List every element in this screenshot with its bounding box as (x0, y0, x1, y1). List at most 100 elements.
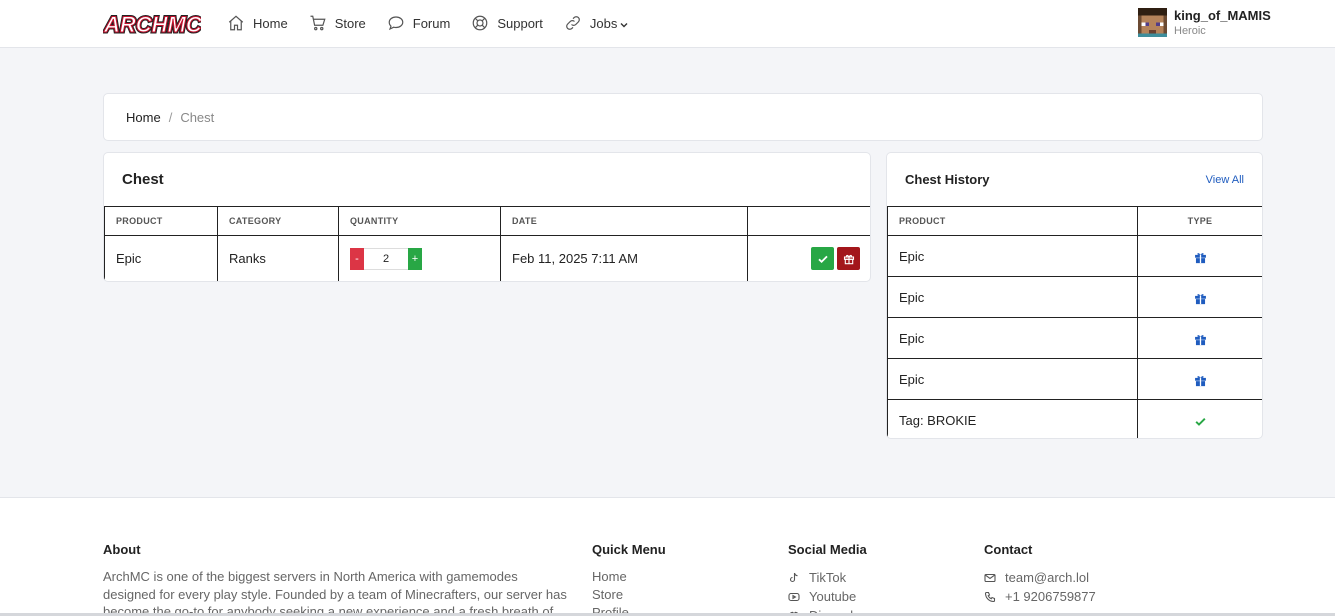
social-link-youtube[interactable]: Youtube (788, 587, 867, 606)
cart-icon (310, 15, 326, 31)
footer-social: Social Media TikTok Youtube Discord (788, 542, 867, 616)
nav-home[interactable]: Home (227, 14, 288, 32)
cell-type (1137, 276, 1262, 318)
footer-social-title: Social Media (788, 542, 867, 557)
chevron-down-icon (620, 22, 628, 27)
col-category: CATEGORY (217, 206, 339, 236)
youtube-icon (788, 592, 800, 601)
chest-table-header: PRODUCT CATEGORY QUANTITY DATE (104, 206, 870, 236)
breadcrumb-current: Chest (180, 109, 215, 125)
nav-store-label: Store (334, 15, 366, 31)
chest-title: Chest (122, 171, 164, 188)
breadcrumb-home[interactable]: Home (126, 110, 161, 125)
table-row: Epic (887, 317, 1262, 359)
cell-quantity: - + (338, 235, 501, 281)
table-row: Epic (887, 358, 1262, 400)
col-actions (747, 206, 870, 236)
col-date: DATE (500, 206, 748, 236)
main-nav: Home Store Forum Support Jobs (227, 0, 650, 46)
nav-support[interactable]: Support (471, 14, 543, 32)
table-row: Epic (887, 276, 1262, 318)
avatar (1138, 8, 1167, 37)
top-navbar: ARCHMC ARCHMC Home Store Forum Support J… (0, 0, 1335, 48)
nav-jobs-label: Jobs (589, 15, 618, 31)
row-actions (759, 247, 870, 270)
cell-type (1137, 317, 1262, 359)
nav-forum[interactable]: Forum (387, 14, 451, 32)
col-product: PRODUCT (104, 206, 218, 236)
view-all-link[interactable]: View All (1206, 174, 1244, 186)
gift-icon (1194, 375, 1206, 386)
footer-quick-menu-title: Quick Menu (592, 542, 666, 557)
gift-button[interactable] (837, 247, 860, 270)
cell-date: Feb 11, 2025 7:11 AM (500, 235, 748, 281)
footer-quick-menu: Quick Menu Home Store Profile (592, 542, 666, 616)
phone-icon (984, 591, 996, 602)
cell-product: Tag: BROKIE (887, 399, 1138, 438)
cell-product: Epic (887, 358, 1138, 400)
cell-product: Epic (887, 235, 1138, 277)
gift-icon (1194, 293, 1206, 304)
table-row: Epic (887, 235, 1262, 277)
cell-type (1137, 235, 1262, 277)
footer-link-store[interactable]: Store (592, 586, 666, 604)
social-label: TikTok (809, 570, 847, 585)
svg-text:ARCHMC: ARCHMC (103, 12, 201, 37)
nav-support-label: Support (497, 15, 543, 31)
nav-forum-label: Forum (412, 15, 451, 31)
contact-phone-text: +1 9206759877 (1005, 589, 1096, 604)
tiktok-icon (789, 572, 798, 582)
chest-card: Chest PRODUCT CATEGORY QUANTITY DATE Epi… (103, 152, 871, 282)
nav-store[interactable]: Store (309, 14, 366, 32)
breadcrumb-separator: / (168, 109, 173, 125)
cell-category: Ranks (217, 235, 339, 281)
quantity-decrement-button[interactable]: - (350, 247, 364, 270)
chest-card-header: Chest (104, 153, 870, 206)
footer-contact-title: Contact (984, 542, 1033, 557)
quantity-stepper: - + (350, 247, 500, 270)
cell-type (1137, 358, 1262, 400)
chat-bubble-icon (388, 16, 404, 31)
quantity-input[interactable] (364, 247, 408, 270)
chest-history-title: Chest History (905, 172, 990, 187)
claim-button[interactable] (811, 247, 834, 270)
cell-product: Epic (887, 317, 1138, 359)
contact-email[interactable]: team@arch.lol (984, 568, 1096, 587)
social-label: Youtube (809, 589, 857, 604)
cell-product: Epic (887, 276, 1138, 318)
lifebuoy-icon (472, 15, 488, 31)
user-name: king_of_MAMIS (1174, 8, 1271, 23)
col-product: PRODUCT (887, 206, 1138, 236)
home-icon (228, 15, 244, 31)
breadcrumb: Home / Chest (103, 93, 1263, 141)
check-icon (1194, 417, 1206, 426)
cell-product: Epic (104, 235, 218, 281)
contact-phone[interactable]: +1 9206759877 (984, 587, 1096, 606)
footer-about-text: ArchMC is one of the biggest servers in … (103, 569, 567, 616)
col-quantity: QUANTITY (338, 206, 501, 236)
history-table-header: PRODUCT TYPE (887, 206, 1262, 236)
table-row: Tag: BROKIE (887, 399, 1262, 438)
footer-link-home[interactable]: Home (592, 568, 666, 586)
footer-contact: Contact team@arch.lol +1 9206759877 (984, 542, 1096, 606)
nav-home-label: Home (253, 15, 288, 31)
user-menu[interactable]: king_of_MAMIS Heroic (1138, 8, 1271, 39)
gift-icon (1194, 334, 1206, 345)
user-rank: Heroic (1174, 25, 1206, 37)
archmc-logo[interactable]: ARCHMC ARCHMC (103, 11, 201, 37)
link-icon (566, 16, 580, 30)
footer-about-title: About (103, 542, 141, 557)
footer-about: About ArchMC is one of the biggest serve… (103, 542, 573, 616)
col-type: TYPE (1137, 206, 1262, 236)
quantity-increment-button[interactable]: + (408, 247, 422, 270)
cell-actions (747, 235, 870, 281)
contact-email-text: team@arch.lol (1005, 570, 1090, 585)
mail-icon (984, 573, 996, 582)
gift-icon (843, 254, 854, 264)
chest-table: PRODUCT CATEGORY QUANTITY DATE Epic Rank… (104, 206, 870, 281)
nav-jobs[interactable]: Jobs (564, 14, 629, 32)
chest-history-card: Chest History View All PRODUCT TYPE Epic… (886, 152, 1263, 439)
check-icon (817, 255, 828, 263)
social-link-tiktok[interactable]: TikTok (788, 568, 867, 587)
cell-type (1137, 399, 1262, 438)
